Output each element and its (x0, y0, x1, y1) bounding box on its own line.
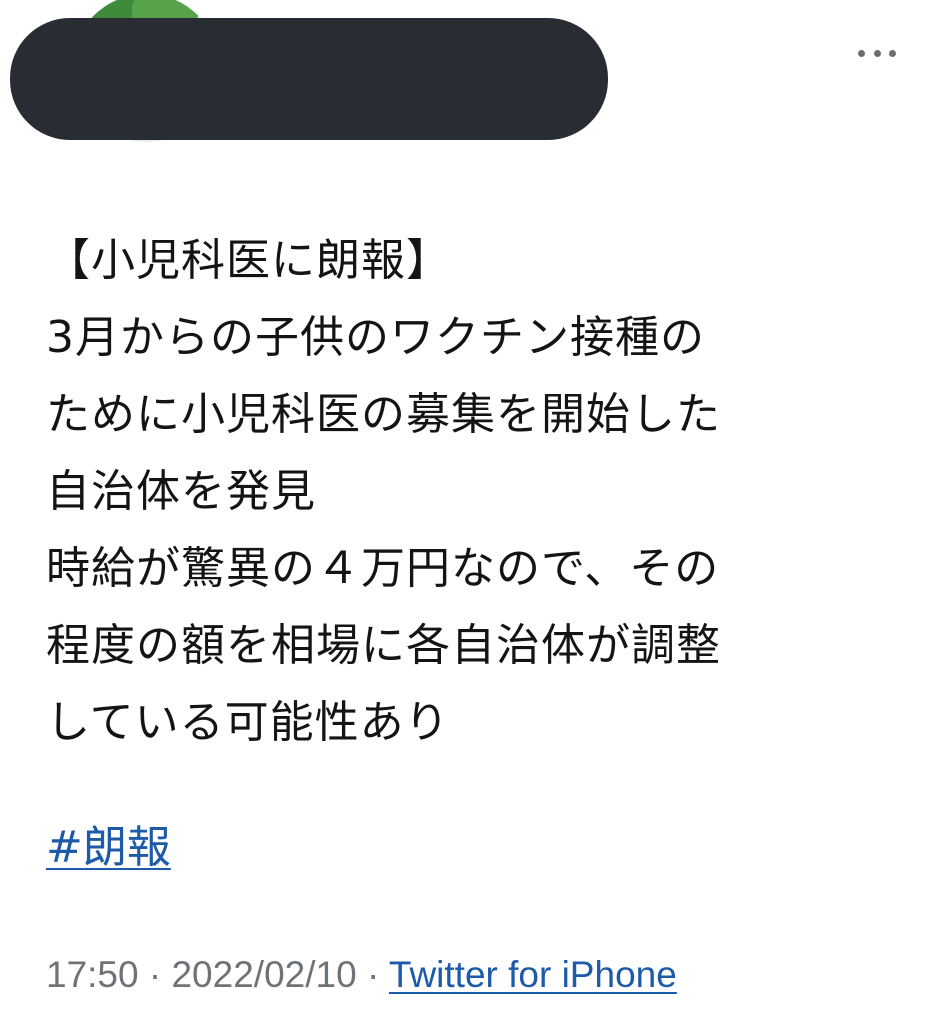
dot (889, 49, 896, 57)
tweet-date: 2022/02/10 (171, 954, 357, 995)
tweet-text-line: ために小児科医の募集を開始した (46, 389, 721, 440)
tweet-text-line: 【小児科医に朗報】 (46, 235, 451, 286)
more-horizontal-icon[interactable] (858, 44, 896, 62)
meta-separator: · (356, 954, 389, 995)
redacted-username (10, 18, 608, 140)
dot (858, 49, 865, 57)
meta-separator: · (138, 954, 172, 995)
tweet-text-line: している可能性あり (46, 697, 450, 748)
dot (873, 49, 881, 57)
tweet-text-line: 3月からの子供のワクチン接種の (46, 312, 705, 363)
tweet-time: 17:50 (46, 954, 139, 995)
hashtag-link[interactable]: #朗報 (46, 818, 171, 878)
tweet-text-line: 程度の額を相場に各自治体が調整 (46, 620, 721, 671)
tweet-metadata: 17:50 · 2022/02/10 · Twitter for iPhone (46, 950, 677, 1000)
tweet-card: 【小児科医に朗報】 3月からの子供のワクチン接種の ために小児科医の募集を開始し… (0, 0, 944, 1024)
tweet-text: 【小児科医に朗報】 3月からの子供のワクチン接種の ために小児科医の募集を開始し… (46, 222, 926, 761)
tweet-text-line: 自治体を発見 (46, 466, 316, 517)
tweet-text-line: 時給が驚異の４万円なので、その (46, 543, 720, 594)
source-link[interactable]: Twitter for iPhone (389, 954, 677, 995)
